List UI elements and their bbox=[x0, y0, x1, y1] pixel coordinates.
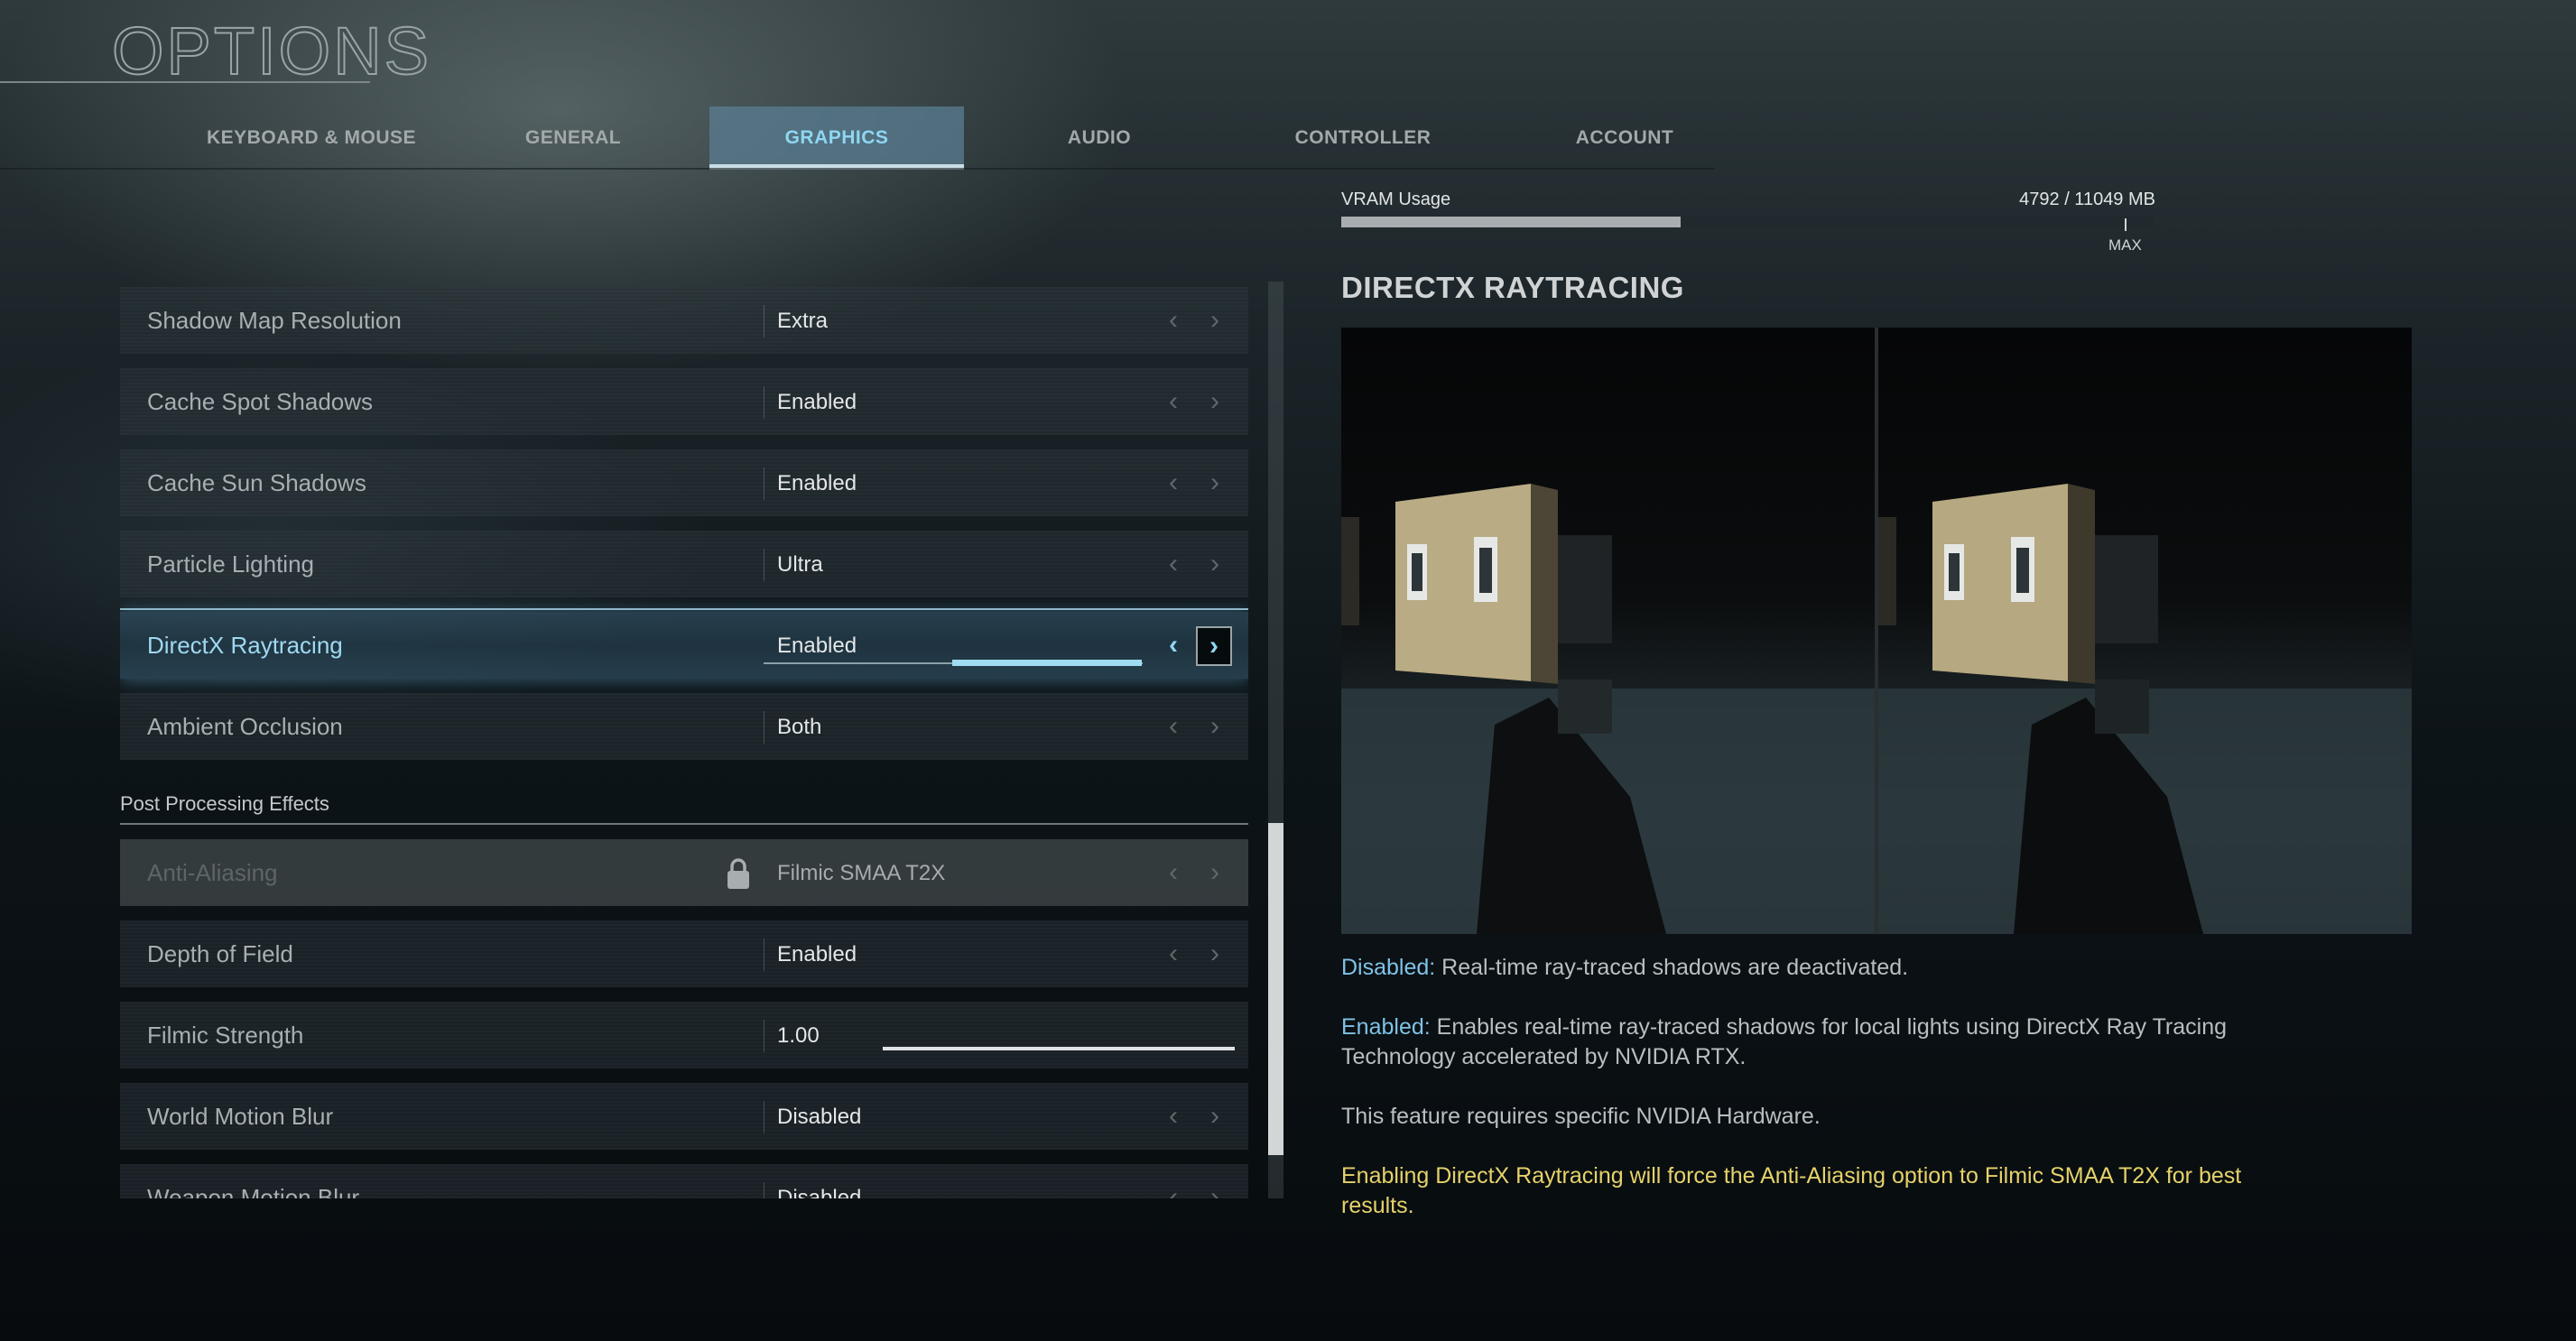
detail-title: DIRECTX RAYTRACING bbox=[1341, 271, 1684, 304]
lock-icon bbox=[727, 858, 749, 889]
setting-label: Cache Sun Shadows bbox=[147, 469, 366, 496]
page-title: OPTIONS bbox=[111, 13, 432, 89]
setting-label: Shadow Map Resolution bbox=[147, 307, 402, 334]
tab-account[interactable]: ACCOUNT bbox=[1525, 106, 1724, 170]
setting-label: Cache Spot Shadows bbox=[147, 388, 374, 415]
setting-row-weapon-motion-blur[interactable]: Weapon Motion Blur Disabled ‹ › bbox=[120, 1164, 1248, 1198]
description-enabled: Enabled: Enables real-time ray-traced sh… bbox=[1341, 1013, 2244, 1072]
scene-illustration bbox=[1341, 484, 1875, 934]
description-key-disabled: Disabled: bbox=[1341, 955, 1436, 980]
scene-illustration bbox=[1878, 484, 2412, 934]
setting-row-directx-raytracing[interactable]: DirectX Raytracing Enabled ‹ › bbox=[120, 608, 1248, 679]
setting-value: Enabled bbox=[777, 471, 857, 495]
setting-row-particle-lighting[interactable]: Particle Lighting Ultra ‹ › bbox=[120, 531, 1248, 597]
setting-row-cache-sun-shadows[interactable]: Cache Sun Shadows Enabled ‹ › bbox=[120, 449, 1248, 516]
title-divider bbox=[0, 81, 370, 83]
tab-graphics[interactable]: GRAPHICS bbox=[709, 106, 964, 170]
setting-value: Extra bbox=[777, 309, 829, 333]
chevron-right-icon[interactable]: › bbox=[1201, 940, 1228, 967]
setting-label: World Motion Blur bbox=[147, 1103, 334, 1130]
setting-value: Enabled bbox=[777, 634, 857, 658]
chevron-left-icon[interactable]: ‹ bbox=[1160, 1184, 1187, 1199]
setting-row-filmic-strength[interactable]: Filmic Strength 1.00 bbox=[120, 1002, 1248, 1068]
chevron-right-icon[interactable]: › bbox=[1201, 307, 1228, 334]
vram-max-label: MAX bbox=[2108, 236, 2142, 254]
section-header-post-processing: Post Processing Effects bbox=[120, 792, 329, 815]
setting-label: Particle Lighting bbox=[147, 550, 314, 578]
tab-bar-divider bbox=[0, 168, 1715, 170]
description-text-disabled: Real-time ray-traced shadows are deactiv… bbox=[1435, 955, 1909, 980]
setting-label: Weapon Motion Blur bbox=[147, 1184, 360, 1198]
chevron-right-icon: › bbox=[1210, 857, 1219, 887]
option-indicator-fill bbox=[952, 660, 1142, 666]
chevron-left-icon[interactable]: ‹ bbox=[1160, 1103, 1187, 1130]
chevron-left-icon[interactable]: ‹ bbox=[1160, 388, 1187, 415]
chevron-left-icon[interactable]: ‹ bbox=[1160, 713, 1187, 740]
vram-value: 4792 / 11049 MB bbox=[2019, 190, 2155, 209]
chevron-left-icon: ‹ bbox=[1169, 857, 1178, 887]
filmic-strength-slider[interactable] bbox=[883, 1047, 1235, 1050]
chevron-left-icon[interactable]: ‹ bbox=[1160, 307, 1187, 334]
description-key-enabled: Enabled: bbox=[1341, 1014, 1431, 1040]
setting-row-shadow-map-resolution[interactable]: Shadow Map Resolution Extra ‹ › bbox=[120, 287, 1248, 354]
settings-list: Shadow Map Resolution Extra ‹ › Cache Sp… bbox=[120, 287, 1248, 1198]
hardware-note: This feature requires specific NVIDIA Ha… bbox=[1341, 1104, 1821, 1129]
vram-max-tick bbox=[2125, 218, 2127, 231]
chevron-right-icon[interactable]: › bbox=[1196, 626, 1232, 666]
setting-value: Disabled bbox=[777, 1105, 862, 1129]
chevron-right-icon[interactable]: › bbox=[1201, 469, 1228, 496]
setting-label: Anti-Aliasing bbox=[147, 859, 278, 886]
setting-row-ambient-occlusion[interactable]: Ambient Occlusion Both ‹ › bbox=[120, 693, 1248, 760]
setting-row-cache-spot-shadows[interactable]: Cache Spot Shadows Enabled ‹ › bbox=[120, 368, 1248, 435]
scrollbar-thumb[interactable] bbox=[1268, 823, 1283, 1155]
tab-general[interactable]: GENERAL bbox=[487, 106, 659, 170]
vram-usage-fill bbox=[1341, 217, 1681, 227]
setting-value: Disabled bbox=[777, 1186, 862, 1198]
setting-label: Ambient Occlusion bbox=[147, 713, 343, 740]
chevron-left-icon[interactable]: ‹ bbox=[1160, 940, 1187, 967]
setting-value: Enabled bbox=[777, 942, 857, 966]
description-disabled: Disabled: Real-time ray-traced shadows a… bbox=[1341, 953, 2244, 983]
preview-image-disabled bbox=[1341, 328, 1875, 934]
chevron-right-icon[interactable]: › bbox=[1201, 1103, 1228, 1130]
chevron-left-icon[interactable]: ‹ bbox=[1160, 632, 1187, 659]
setting-label: DirectX Raytracing bbox=[147, 632, 343, 659]
setting-value: 1.00 bbox=[777, 1023, 820, 1048]
section-divider bbox=[120, 823, 1248, 825]
chevron-right-icon[interactable]: › bbox=[1201, 1184, 1228, 1199]
setting-value: Ultra bbox=[777, 552, 823, 577]
description-text-enabled: Enables real-time ray-traced shadows for… bbox=[1341, 1014, 2228, 1069]
setting-row-depth-of-field[interactable]: Depth of Field Enabled ‹ › bbox=[120, 920, 1248, 987]
setting-row-anti-aliasing: Anti-Aliasing Filmic SMAA T2X ‹ › bbox=[120, 839, 1248, 906]
tab-audio[interactable]: AUDIO bbox=[1011, 106, 1188, 170]
setting-value: Enabled bbox=[777, 390, 857, 414]
vram-usage-bar bbox=[1341, 217, 2154, 227]
setting-label: Filmic Strength bbox=[147, 1022, 304, 1049]
vram-label: VRAM Usage bbox=[1341, 190, 1451, 209]
setting-value: Both bbox=[777, 715, 822, 739]
tab-keyboard-mouse[interactable]: KEYBOARD & MOUSE bbox=[181, 106, 442, 170]
chevron-right-icon[interactable]: › bbox=[1201, 388, 1228, 415]
tab-bar: KEYBOARD & MOUSE GENERAL GRAPHICS AUDIO … bbox=[0, 106, 1715, 170]
preview-image-enabled bbox=[1878, 328, 2412, 934]
tab-controller[interactable]: CONTROLLER bbox=[1246, 106, 1480, 170]
chevron-right-icon[interactable]: › bbox=[1201, 550, 1228, 578]
setting-value: Filmic SMAA T2X bbox=[777, 861, 946, 885]
raytracing-warning: Enabling DirectX Raytracing will force t… bbox=[1341, 1163, 2242, 1218]
chevron-left-icon[interactable]: ‹ bbox=[1160, 550, 1187, 578]
setting-label: Depth of Field bbox=[147, 940, 293, 967]
settings-scrollbar[interactable] bbox=[1268, 282, 1283, 1198]
setting-row-world-motion-blur[interactable]: World Motion Blur Disabled ‹ › bbox=[120, 1083, 1248, 1150]
chevron-right-icon[interactable]: › bbox=[1201, 713, 1228, 740]
chevron-left-icon[interactable]: ‹ bbox=[1160, 469, 1187, 496]
comparison-preview bbox=[1341, 328, 2412, 934]
